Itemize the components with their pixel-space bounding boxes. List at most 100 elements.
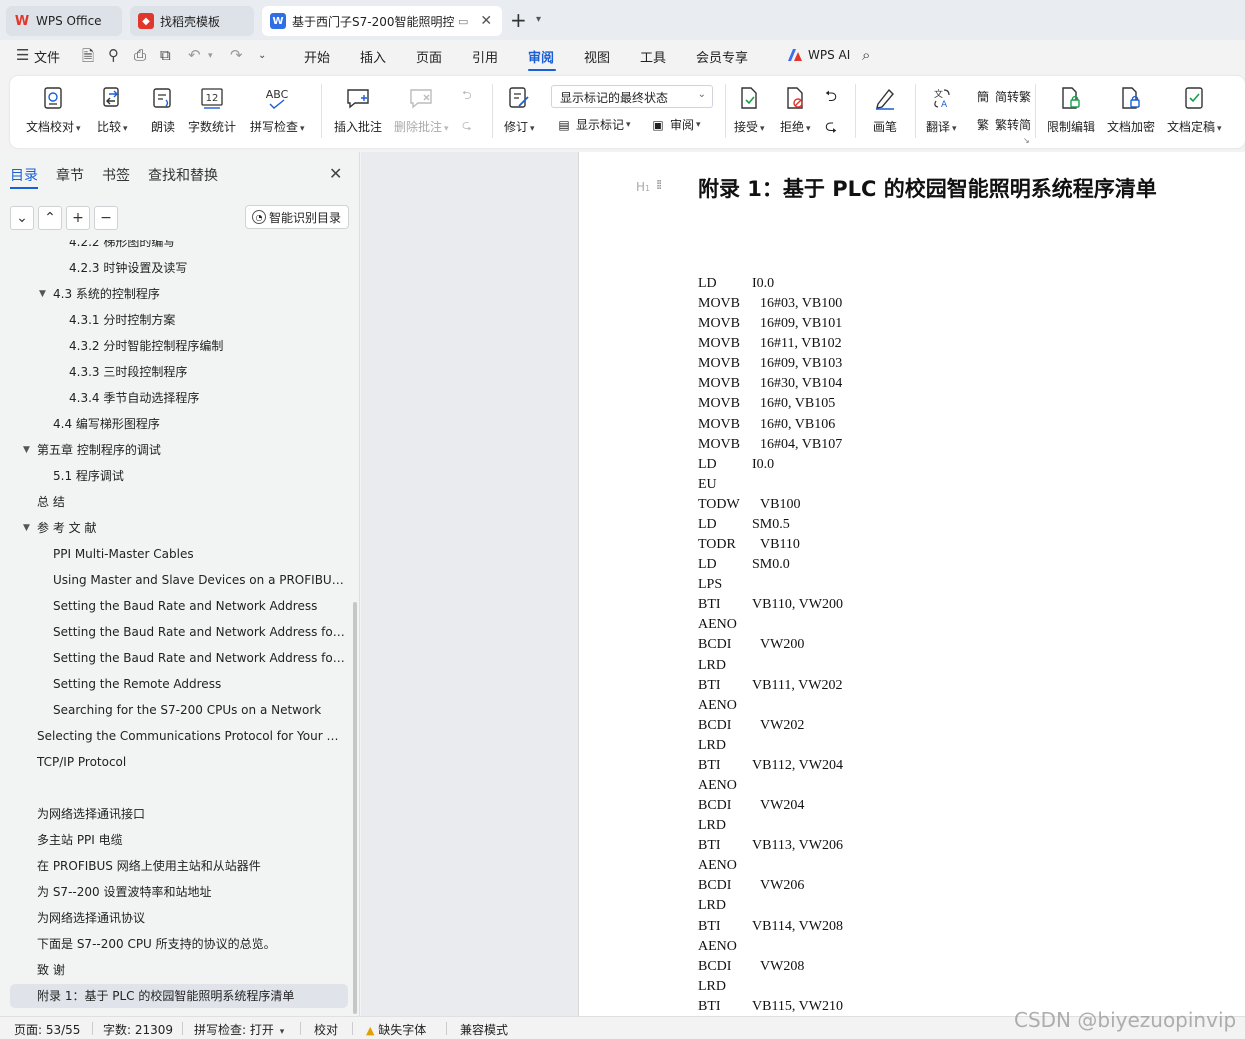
toc-item[interactable]: 4.2.2 梯形图的编写	[69, 240, 345, 254]
search-icon[interactable]: ⌕	[862, 46, 870, 64]
redo-icon[interactable]: ↷	[230, 46, 243, 64]
toc-item[interactable]: 第五章 控制程序的调试	[37, 438, 345, 462]
restrict-edit-button[interactable]: 限制编辑	[1047, 80, 1095, 142]
ink-button[interactable]: 画笔	[871, 80, 899, 142]
menu-tools[interactable]: 工具	[640, 47, 666, 66]
menu-reference[interactable]: 引用	[472, 47, 498, 66]
page-indicator[interactable]: 页面: 53/55	[14, 1021, 80, 1038]
show-markup-button[interactable]: ▤ 显示标记 ▾	[556, 116, 630, 133]
nav-tab-find-replace[interactable]: 查找和替换	[148, 165, 218, 185]
toc-item[interactable]: Using Master and Slave Devices on a PROF…	[53, 568, 345, 592]
close-icon[interactable]: ✕	[480, 13, 492, 29]
review-pane-button[interactable]: ▣ 审阅 ▾	[650, 116, 700, 133]
toc-item[interactable]: Selecting the Communications Protocol fo…	[37, 724, 345, 748]
menu-file[interactable]: 文件	[34, 47, 60, 66]
prev-comment-icon[interactable]: ⮌	[462, 86, 472, 107]
save-icon[interactable]: 🗎	[82, 46, 94, 71]
tab-template[interactable]: ◆ 找稻壳模板	[130, 6, 254, 36]
toc-item[interactable]: 为网络选择通讯协议	[37, 906, 345, 930]
toc-item[interactable]: PPI Multi-Master Cables	[53, 542, 345, 566]
toc-item[interactable]: Setting the Baud Rate and Network Addres…	[53, 620, 345, 644]
finalize-button[interactable]: 文档定稿 ▾	[1167, 80, 1222, 142]
nav-tab-bookmark[interactable]: 书签	[102, 165, 130, 185]
toc-item[interactable]: 4.3.2 分时智能控制程序编制	[69, 334, 345, 358]
toc-item[interactable]: 总 结	[37, 490, 345, 514]
accept-button[interactable]: 接受 ▾	[734, 80, 765, 142]
remove-icon[interactable]: −	[94, 206, 118, 230]
tab-document[interactable]: W 基于西门子S7-200智能照明控 ▭ ✕	[262, 6, 502, 36]
expand-arrow-icon[interactable]: ▼	[23, 516, 30, 540]
prev-revision-icon[interactable]: ⮌	[825, 86, 837, 111]
delete-comment-button[interactable]: 删除批注 ▾	[394, 80, 449, 142]
toc-item[interactable]	[37, 776, 345, 800]
drag-handle-icon[interactable]: ⁞⁞	[656, 178, 662, 193]
compare-button[interactable]: 比较 ▾	[97, 80, 128, 142]
reject-button[interactable]: 拒绝 ▾	[780, 80, 811, 142]
missing-font-status[interactable]: ▲ 缺失字体	[366, 1021, 426, 1038]
chevron-down-icon[interactable]: ▾	[536, 14, 541, 25]
nav-tab-chapter[interactable]: 章节	[56, 165, 84, 185]
toc-item[interactable]: 在 PROFIBUS 网络上使用主站和从站器件	[37, 854, 345, 878]
insert-comment-button[interactable]: 插入批注	[334, 80, 382, 142]
revise-button[interactable]: 修订 ▾	[504, 80, 535, 142]
menu-view[interactable]: 视图	[584, 47, 610, 66]
toc-item[interactable]: Setting the Baud Rate and Network Addres…	[53, 594, 345, 618]
toc-item[interactable]: 致 谢	[37, 958, 345, 982]
print-icon[interactable]: ⎙	[134, 46, 146, 64]
undo-icon[interactable]: ↶	[188, 46, 201, 64]
menu-page[interactable]: 页面	[416, 47, 442, 66]
spell-check-button[interactable]: ABC 拼写检查 ▾	[250, 80, 305, 142]
markup-state-select[interactable]: 显示标记的最终状态 ⌄	[551, 85, 713, 108]
chevron-up-icon[interactable]: ⌃	[38, 206, 62, 230]
next-comment-icon[interactable]: ⮎	[462, 116, 472, 137]
toc-item[interactable]: 下面是 S7--200 CPU 所支持的协议的总览。	[37, 932, 345, 956]
to-traditional-button[interactable]: 簡 简转繁	[975, 88, 1031, 105]
next-revision-icon[interactable]: ⮎	[825, 116, 837, 141]
menu-insert[interactable]: 插入	[360, 47, 386, 66]
new-tab-icon[interactable]: +	[510, 8, 527, 32]
toc-item[interactable]: Setting the Remote Address	[53, 672, 345, 696]
toc-item[interactable]: 为 S7--200 设置波特率和站地址	[37, 880, 345, 904]
toc-item[interactable]: 5.1 程序调试	[53, 464, 345, 488]
to-simplified-button[interactable]: 繁 繁转简	[975, 116, 1031, 133]
tab-wps-office[interactable]: W WPS Office	[6, 6, 122, 36]
smart-toc-button[interactable]: ◔ 智能识别目录	[245, 205, 349, 229]
more-chevron-icon[interactable]: ⌄	[258, 50, 266, 61]
add-icon[interactable]: +	[66, 206, 90, 230]
toc-item[interactable]: Setting the Baud Rate and Network Addres…	[53, 646, 345, 670]
menu-wps-ai[interactable]: WPS AI	[808, 48, 850, 62]
hamburger-icon[interactable]: ☰	[16, 46, 29, 64]
expand-arrow-icon[interactable]: ▼	[39, 282, 46, 306]
heading-marker[interactable]: H1	[636, 180, 650, 194]
toc-item[interactable]: 4.2.3 时钟设置及读写	[69, 256, 345, 280]
toc-item[interactable]: 4.3.4 季节自动选择程序	[69, 386, 345, 410]
toc-item[interactable]: 4.4 编写梯形图程序	[53, 412, 345, 436]
expand-arrow-icon[interactable]: ▼	[23, 438, 30, 462]
toc-scrollbar[interactable]	[353, 602, 357, 1014]
menu-review[interactable]: 审阅	[528, 47, 554, 66]
toc-item[interactable]: Searching for the S7-200 CPUs on a Netwo…	[53, 698, 345, 722]
toc-item[interactable]: TCP/IP Protocol	[37, 750, 345, 774]
chevron-down-icon[interactable]: ▾	[208, 51, 213, 61]
print-preview-icon[interactable]: ⧉	[160, 46, 171, 64]
dialog-launcher-icon[interactable]: ↘	[1023, 136, 1030, 145]
toc-item[interactable]: 参 考 文 献	[37, 516, 345, 540]
close-icon[interactable]: ✕	[329, 164, 342, 183]
spell-check-status[interactable]: 拼写检查: 打开 ▾	[194, 1021, 284, 1038]
toc-item[interactable]: 为网络选择通讯接口	[37, 802, 345, 826]
toc-item[interactable]: 4.3.3 三时段控制程序	[69, 360, 345, 384]
nav-tab-toc[interactable]: 目录	[10, 165, 38, 185]
read-aloud-button[interactable]: 朗读	[149, 80, 177, 142]
toc-item[interactable]: 4.3 系统的控制程序	[53, 282, 345, 306]
encrypt-button[interactable]: 文档加密	[1107, 80, 1155, 142]
word-count-status[interactable]: 字数: 21309	[103, 1021, 173, 1038]
document-page[interactable]: H1 ⁞⁞ 附录 1：基于 PLC 的校园智能照明系统程序清单 LD I0.0 MO…	[578, 152, 1245, 1016]
share-icon[interactable]: ⚲	[108, 46, 119, 64]
monitor-icon[interactable]: ▭	[458, 15, 468, 28]
toc-item[interactable]: 多主站 PPI 电缆	[37, 828, 345, 852]
translate-button[interactable]: 文A 翻译 ▾	[926, 80, 957, 142]
chevron-down-icon[interactable]: ⌄	[10, 206, 34, 230]
menu-member[interactable]: 会员专享	[696, 47, 748, 66]
proofread-status[interactable]: 校对	[314, 1021, 338, 1038]
toc-item[interactable]: 4.3.1 分时控制方案	[69, 308, 345, 332]
